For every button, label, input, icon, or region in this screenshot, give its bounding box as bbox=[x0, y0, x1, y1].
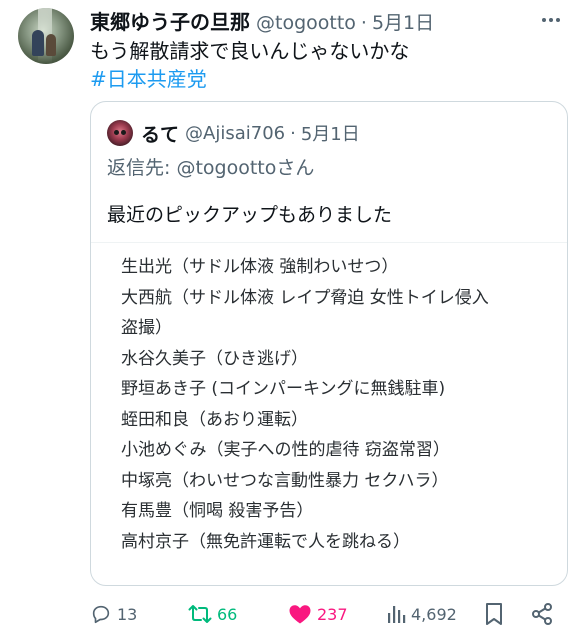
avatar-figure bbox=[32, 30, 44, 56]
bookmark-button[interactable] bbox=[484, 600, 509, 628]
views-icon bbox=[388, 606, 406, 623]
more-icon[interactable] bbox=[539, 8, 563, 32]
reply-button[interactable]: 13 bbox=[90, 600, 137, 628]
reply-icon bbox=[92, 605, 110, 624]
quote-author-handle: @Ajisai706 bbox=[185, 122, 286, 144]
retweet-button[interactable]: 66 bbox=[188, 600, 237, 628]
quote-date: 5月1日 bbox=[300, 124, 360, 145]
heart-icon bbox=[289, 605, 311, 624]
tweet-actions: 13 66 237 4,692 bbox=[90, 600, 568, 628]
list-item: 高村京子（無免許運転で人を跳ねる） bbox=[121, 531, 410, 552]
avatar-eye bbox=[114, 130, 119, 135]
quoted-tweet[interactable]: るて @Ajisai706 · 5月1日 返信先: @togoottoさん 最近… bbox=[90, 101, 568, 586]
avatar-figure bbox=[46, 34, 56, 56]
like-button[interactable]: 237 bbox=[288, 600, 348, 628]
list-item: 小池めぐみ（実子への性的虐待 窃盗常習） bbox=[121, 440, 450, 460]
list-item: 野垣あき子 (コインパーキングに無銭駐車) bbox=[121, 379, 446, 399]
tweet-text: もう解散請求で良いんじゃないかな bbox=[90, 39, 410, 63]
quote-author-avatar bbox=[107, 120, 133, 146]
author-handle[interactable]: @togootto bbox=[256, 12, 356, 34]
share-icon bbox=[532, 603, 552, 625]
quote-divider bbox=[91, 242, 567, 243]
reply-prefix: 返信先: bbox=[107, 157, 177, 179]
author-display-name[interactable]: 東郷ゆう子の旦那 bbox=[90, 6, 250, 35]
view-count: 4,692 bbox=[411, 604, 457, 624]
quote-text: 最近のピックアップもありました bbox=[107, 204, 393, 226]
list-item: 大西航（サドル体液 レイプ脅迫 女性トイレ侵入 bbox=[121, 287, 489, 308]
hashtag-link[interactable]: #日本共産党 bbox=[90, 64, 207, 94]
tweet-date[interactable]: 5月1日 bbox=[372, 8, 434, 35]
like-count: 237 bbox=[317, 604, 348, 624]
quote-reply-to: 返信先: @togoottoさん bbox=[107, 153, 314, 180]
quote-author-name: るて bbox=[141, 123, 180, 146]
list-item: 盗撮） bbox=[121, 318, 172, 338]
share-button[interactable] bbox=[530, 600, 559, 628]
tweet-header: 東郷ゆう子の旦那 @togootto · 5月1日 bbox=[90, 6, 434, 34]
list-item: 生出光（サドル体液 強制わいせつ） bbox=[121, 257, 399, 277]
separator-dot: · bbox=[290, 122, 296, 144]
bookmark-icon bbox=[486, 603, 502, 625]
list-item: 中塚亮（わいせつな言動性暴力 セクハラ） bbox=[121, 470, 449, 491]
views-button[interactable]: 4,692 bbox=[386, 600, 457, 628]
avatar-eye bbox=[121, 130, 126, 135]
list-item: 水谷久美子（ひき逃げ） bbox=[121, 348, 308, 369]
quote-header: るて @Ajisai706 · 5月1日 bbox=[107, 120, 360, 146]
retweet-count: 66 bbox=[217, 604, 238, 624]
list-item: 蛭田和良（あおり運転） bbox=[121, 409, 308, 430]
list-item: 有馬豊（恫喝 殺害予告） bbox=[121, 501, 314, 521]
author-avatar[interactable] bbox=[18, 8, 74, 64]
quote-list: 生出光（サドル体液 強制わいせつ） 大西航（サドル体液 レイプ脅迫 女性トイレ侵… bbox=[121, 252, 561, 557]
retweet-icon bbox=[188, 605, 212, 623]
reply-count: 13 bbox=[117, 604, 138, 624]
separator-dot: · bbox=[360, 12, 367, 34]
reply-mention: @togoottoさん bbox=[176, 157, 315, 179]
